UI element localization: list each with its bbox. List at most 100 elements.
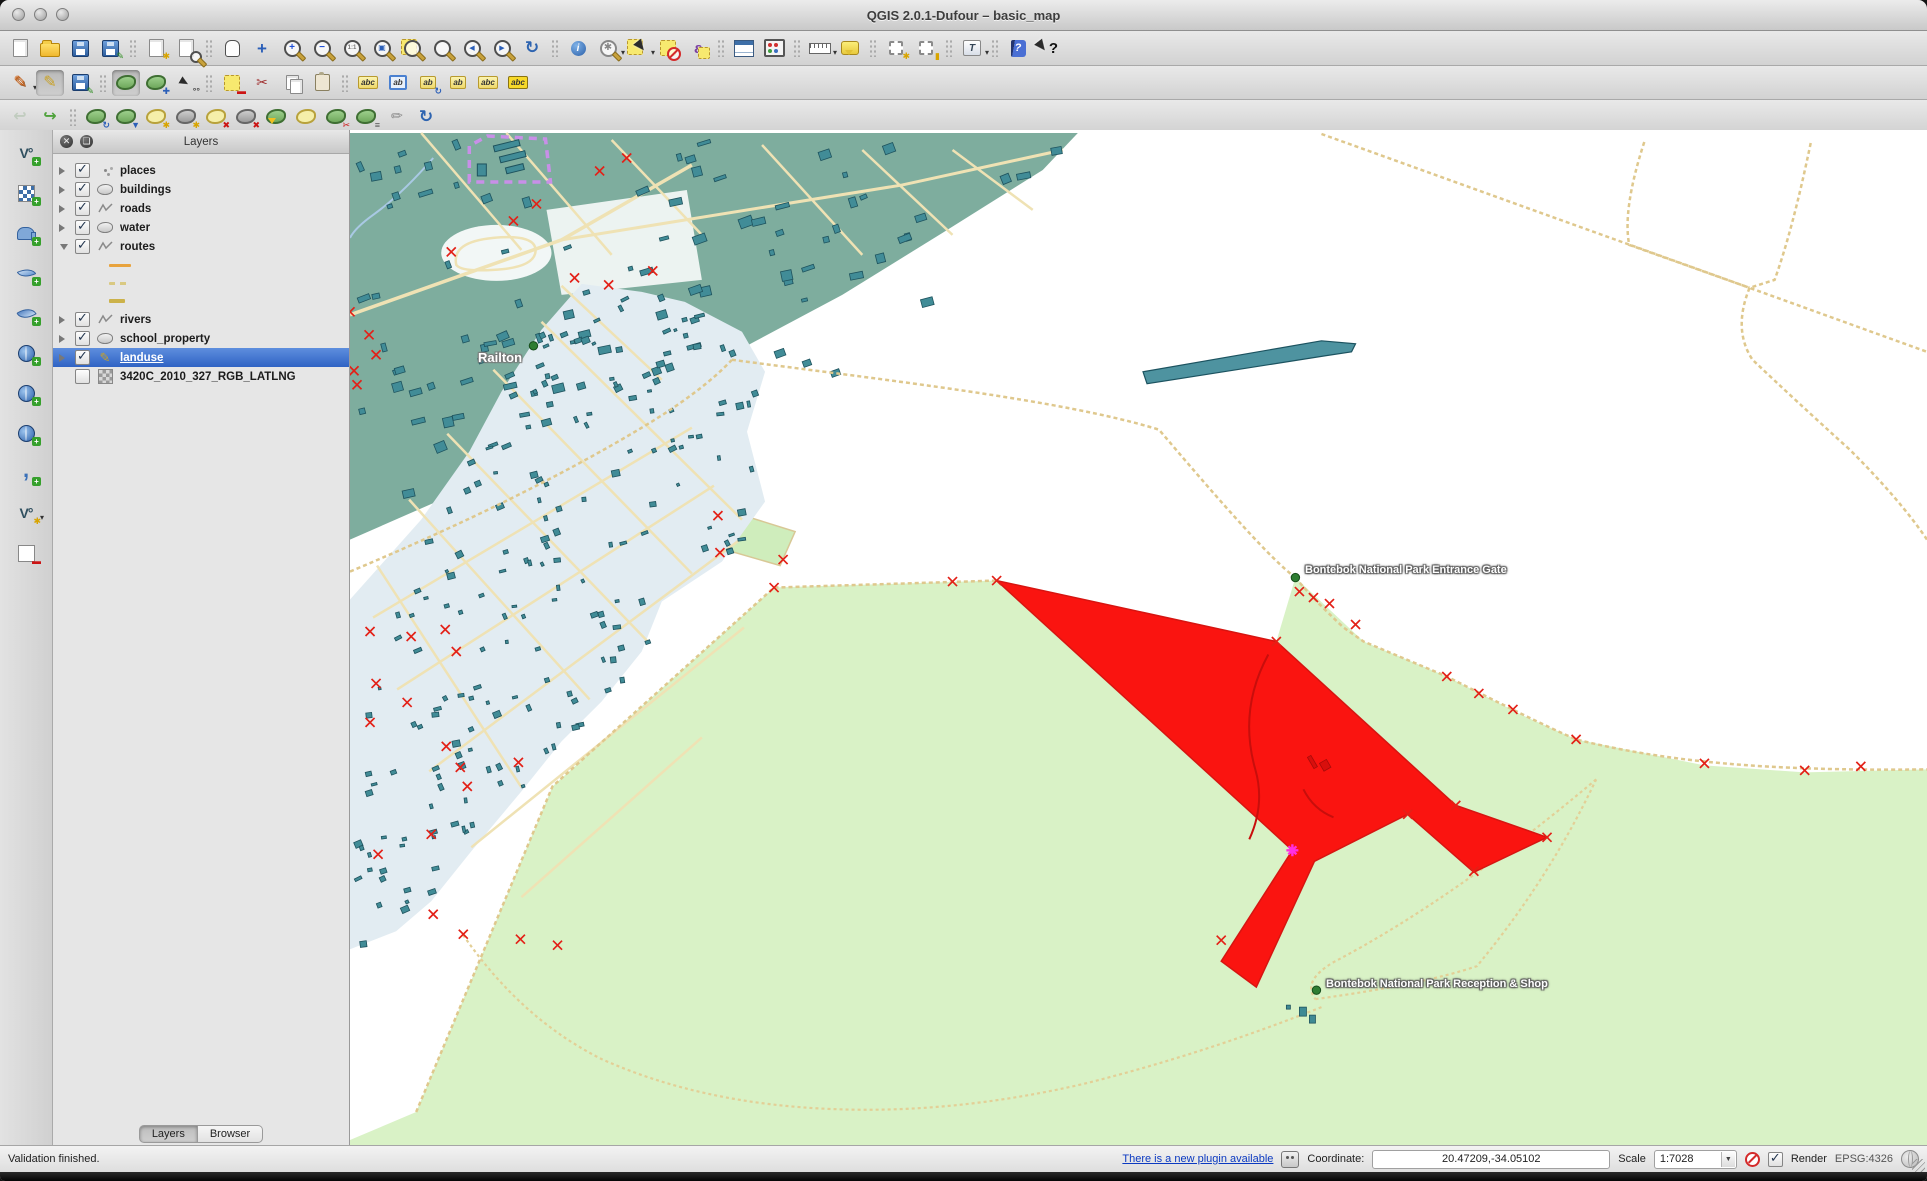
add-postgis-layer-icon[interactable]: + [11,220,41,246]
layer-row-rivers[interactable]: rivers [53,310,349,329]
label-properties-icon[interactable]: abc [504,70,532,96]
layer-expand-icon[interactable] [59,205,69,213]
label-change-icon[interactable]: abc [474,70,502,96]
zoom-out-icon[interactable]: − [308,35,336,61]
panel-tab-layers[interactable]: Layers [139,1125,198,1143]
layer-expand-icon[interactable] [59,335,69,343]
panel-tab-browser[interactable]: Browser [198,1125,263,1143]
offset-curve-icon[interactable] [292,104,320,130]
copy-features-icon[interactable] [278,70,306,96]
composer-manager-icon[interactable] [172,35,200,61]
remove-layer-icon[interactable]: ▬ [11,540,41,566]
merge-features-icon[interactable]: ≡ [352,104,380,130]
layer-expand-icon[interactable] [59,167,69,175]
pan-map-icon[interactable] [218,35,246,61]
close-window-button[interactable] [12,8,25,21]
save-project-as-icon[interactable]: ✎ [96,35,124,61]
add-wms-layer-icon[interactable]: + [11,340,41,366]
layer-visibility-checkbox[interactable] [75,201,90,216]
render-checkbox[interactable] [1768,1152,1783,1167]
layer-row-3420C_2010_327_RGB_LATLNG[interactable]: 3420C_2010_327_RGB_LATLNG [53,367,349,386]
merge-attributes-icon[interactable]: ✐ [382,104,410,130]
save-project-icon[interactable] [66,35,94,61]
layer-row-places[interactable]: places [53,161,349,180]
map-canvas[interactable]: RailtonBontebok National Park Entrance G… [350,130,1927,1146]
panel-close-icon[interactable]: ✕ [60,135,73,148]
layer-expand-icon[interactable] [59,186,69,194]
measure-line-icon[interactable]: ▾ [806,35,834,61]
zoom-window-button[interactable] [56,8,69,21]
toggle-editing-icon[interactable]: ✎ [36,70,64,96]
text-annotation-icon[interactable]: T▾ [958,35,986,61]
reshape-features-icon[interactable] [262,104,290,130]
new-bookmark-icon[interactable]: ✱ [882,35,910,61]
add-ring-icon[interactable]: ✱ [142,104,170,130]
open-project-icon[interactable] [36,35,64,61]
new-project-icon[interactable] [6,35,34,61]
current-edits-icon[interactable]: ✎▾ [6,70,34,96]
layer-labeling-options-icon[interactable]: abc [354,70,382,96]
pan-to-selection-icon[interactable]: + [248,35,276,61]
layer-row-buildings[interactable]: buildings [53,180,349,199]
deselect-features-icon[interactable] [654,35,682,61]
zoom-next-icon[interactable]: ▶ [488,35,516,61]
layer-visibility-checkbox[interactable] [75,163,90,178]
layer-visibility-checkbox[interactable] [75,331,90,346]
delete-ring-icon[interactable]: ✖ [202,104,230,130]
whats-this-icon[interactable]: ? [1034,35,1062,61]
plugin-icon[interactable] [1281,1151,1299,1168]
layer-visibility-checkbox[interactable] [75,182,90,197]
label-move-icon[interactable]: ab [384,70,412,96]
rotate-point-symbols-icon[interactable]: ↻ [412,104,440,130]
layer-row-landuse[interactable]: ✎landuse [53,348,349,367]
add-wfs-layer-icon[interactable]: °+ [11,420,41,446]
delete-selected-icon[interactable]: ▬ [218,70,246,96]
show-bookmarks-icon[interactable]: ▮ [912,35,940,61]
add-part-icon[interactable]: ✱ [172,104,200,130]
stop-render-icon[interactable] [1745,1152,1760,1167]
layer-row-roads[interactable]: roads [53,199,349,218]
resize-grip[interactable] [1912,1159,1925,1172]
plugin-update-link[interactable]: There is a new plugin available [1122,1153,1273,1165]
add-vector-layer-icon[interactable]: V°+ [11,140,41,166]
select-by-expression-icon[interactable]: ε [684,35,712,61]
open-attribute-table-icon[interactable] [730,35,758,61]
coordinate-input[interactable]: 20.47209,-34.05102 [1372,1150,1610,1169]
zoom-native-icon[interactable]: 1:1 [338,35,366,61]
move-feature-icon[interactable]: ✚ [142,70,170,96]
zoom-to-selection-icon[interactable] [398,35,426,61]
layer-visibility-checkbox[interactable] [75,239,90,254]
add-wcs-layer-icon[interactable]: + [11,380,41,406]
node-tool-icon[interactable]: °° [172,70,200,96]
minimize-window-button[interactable] [34,8,47,21]
help-contents-icon[interactable]: ? [1004,35,1032,61]
title-bar[interactable]: QGIS 2.0.1-Dufour – basic_map [0,0,1927,31]
zoom-to-layer-icon[interactable] [428,35,456,61]
undo-icon[interactable]: ↩ [6,104,34,130]
rotate-feature-icon[interactable]: ↻ [82,104,110,130]
run-feature-action-icon[interactable]: ✱▾ [594,35,622,61]
label-rotate-icon[interactable]: ab↻ [414,70,442,96]
add-mssql-layer-icon[interactable]: + [11,300,41,326]
layer-expand-icon[interactable] [59,316,69,324]
scale-dropdown-icon[interactable]: ▼ [1721,1152,1735,1167]
redo-icon[interactable]: ↪ [36,104,64,130]
add-oracle-layer-icon[interactable]: ,+ [11,460,41,486]
layer-row-water[interactable]: water [53,218,349,237]
split-features-icon[interactable]: ✂ [322,104,350,130]
delete-part-icon[interactable]: ✖ [232,104,260,130]
layer-visibility-checkbox[interactable] [75,350,90,365]
simplify-feature-icon[interactable]: ▼ [112,104,140,130]
paste-features-icon[interactable] [308,70,336,96]
add-spatialite-layer-icon[interactable]: + [11,260,41,286]
layer-expand-icon[interactable] [59,224,69,232]
map-tips-icon[interactable] [836,35,864,61]
add-raster-layer-icon[interactable]: + [11,180,41,206]
layer-expand-icon[interactable] [59,240,69,254]
label-show-hide-icon[interactable]: ab [444,70,472,96]
new-print-composer-icon[interactable]: ✱ [142,35,170,61]
cut-features-icon[interactable]: ✂ [248,70,276,96]
scale-combo[interactable]: 1:7028 ▼ [1654,1150,1737,1169]
layer-visibility-checkbox[interactable] [75,220,90,235]
layers-panel-header[interactable]: Layers ✕ ❏ [53,130,349,154]
